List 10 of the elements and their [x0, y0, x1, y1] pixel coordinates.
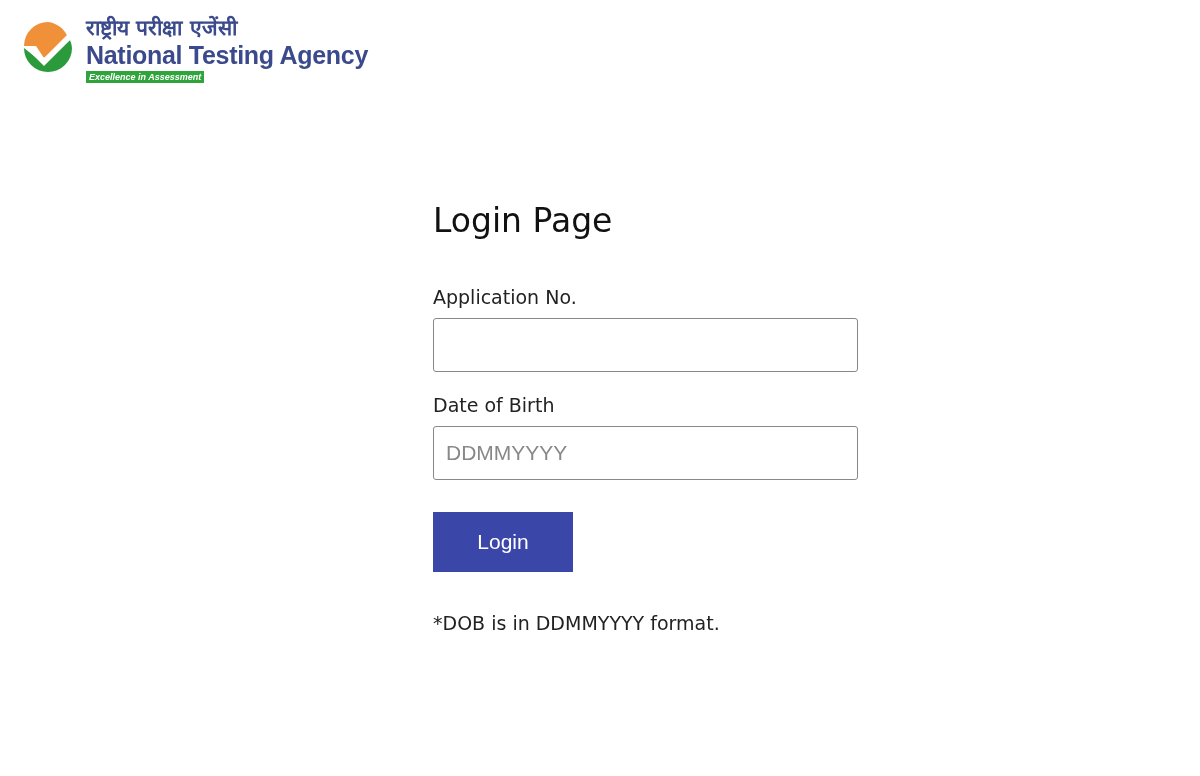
format-note: *DOB is in DDMMYYYY format. — [433, 612, 720, 634]
agency-name: National Testing Agency — [86, 40, 369, 70]
field-label: Date of Birth — [433, 394, 556, 416]
page-title: Login Page — [433, 201, 613, 240]
hindi-name: राष्ट्रीय परीक्षा एजेंसी — [86, 16, 237, 40]
input-field[interactable]: DDMMYYYY — [433, 426, 858, 480]
login-button[interactable]: Login — [433, 512, 573, 572]
field-label: Application No. — [433, 286, 578, 308]
tagline: Excellence in Assessment — [86, 71, 205, 83]
input-field[interactable] — [433, 318, 858, 372]
